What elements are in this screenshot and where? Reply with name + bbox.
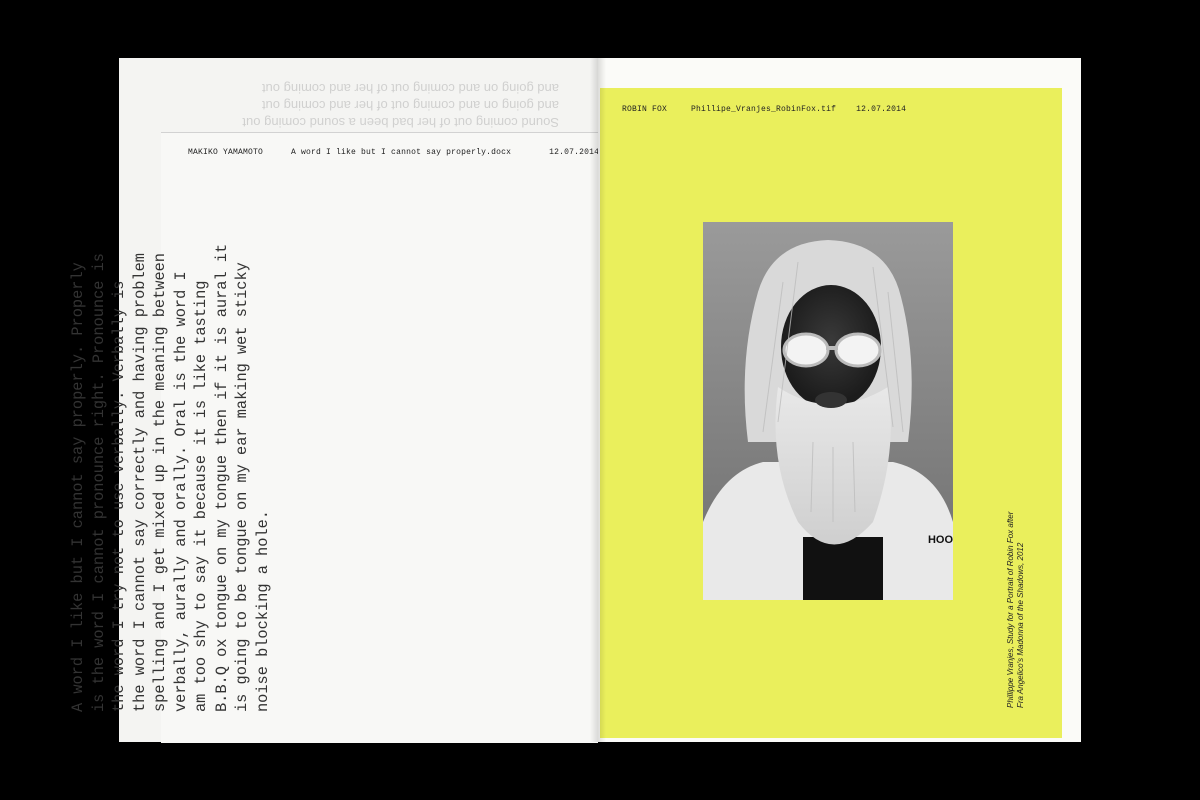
photo-caption: Phillippe Vranjes, Study for a Portrait … bbox=[1006, 511, 1026, 708]
right-header: ROBIN FOX Phillipe_Vranjes_RobinFox.tif … bbox=[622, 105, 906, 114]
poem-line: verbally, aurally and orally. Oral is th… bbox=[171, 271, 190, 712]
poem-body: A word I like but I cannot say properly.… bbox=[68, 192, 273, 712]
poem-line: B.B.Q ox tongue on my tongue then if it … bbox=[212, 243, 231, 712]
portrait-photo: HOO bbox=[703, 222, 953, 600]
bleed-line: and going on and coming out of her and c… bbox=[261, 81, 559, 96]
poem-line: is the word I cannot pronounce right. Pr… bbox=[89, 253, 108, 712]
bleed-line: Sound coming out of her bad been a sound… bbox=[242, 115, 559, 130]
caption-line: Fra Angelico's Madonna of the Shadows, 2… bbox=[1016, 542, 1025, 708]
poem-line: A word I like but I cannot say properly.… bbox=[69, 262, 87, 712]
left-header-author: MAKIKO YAMAMOTO bbox=[188, 148, 264, 157]
right-header-author: ROBIN FOX bbox=[622, 105, 668, 114]
bleed-line: and going on and coming out of her and c… bbox=[261, 98, 559, 113]
left-header: MAKIKO YAMAMOTO A word I like but I cann… bbox=[188, 148, 599, 157]
portrait-image bbox=[703, 222, 953, 600]
poem-line: is going to be tongue on my ear making w… bbox=[233, 262, 251, 712]
poem-line: the word I cannot say correctly and havi… bbox=[130, 253, 149, 712]
right-header-filename: Phillipe_Vranjes_RobinFox.tif bbox=[691, 105, 837, 114]
shirt-label: HOO bbox=[927, 534, 953, 546]
poem-line: noise blocking a hole. bbox=[253, 510, 272, 712]
poem-line: the word I try not to use verbally. Verb… bbox=[110, 280, 128, 712]
caption-line: Phillippe Vranjes, Study for a Portrait … bbox=[1006, 511, 1015, 708]
bleed-through-text: Sound coming out of her bad been a sound… bbox=[159, 80, 559, 131]
right-header-date: 12.07.2014 bbox=[856, 105, 907, 114]
book-spine bbox=[590, 58, 606, 742]
poem-line: am too shy to say it because it is like … bbox=[192, 280, 210, 712]
left-header-filename: A word I like but I cannot say properly.… bbox=[291, 148, 512, 157]
poem-line: spelling and I get mixed up in the meani… bbox=[151, 253, 169, 712]
